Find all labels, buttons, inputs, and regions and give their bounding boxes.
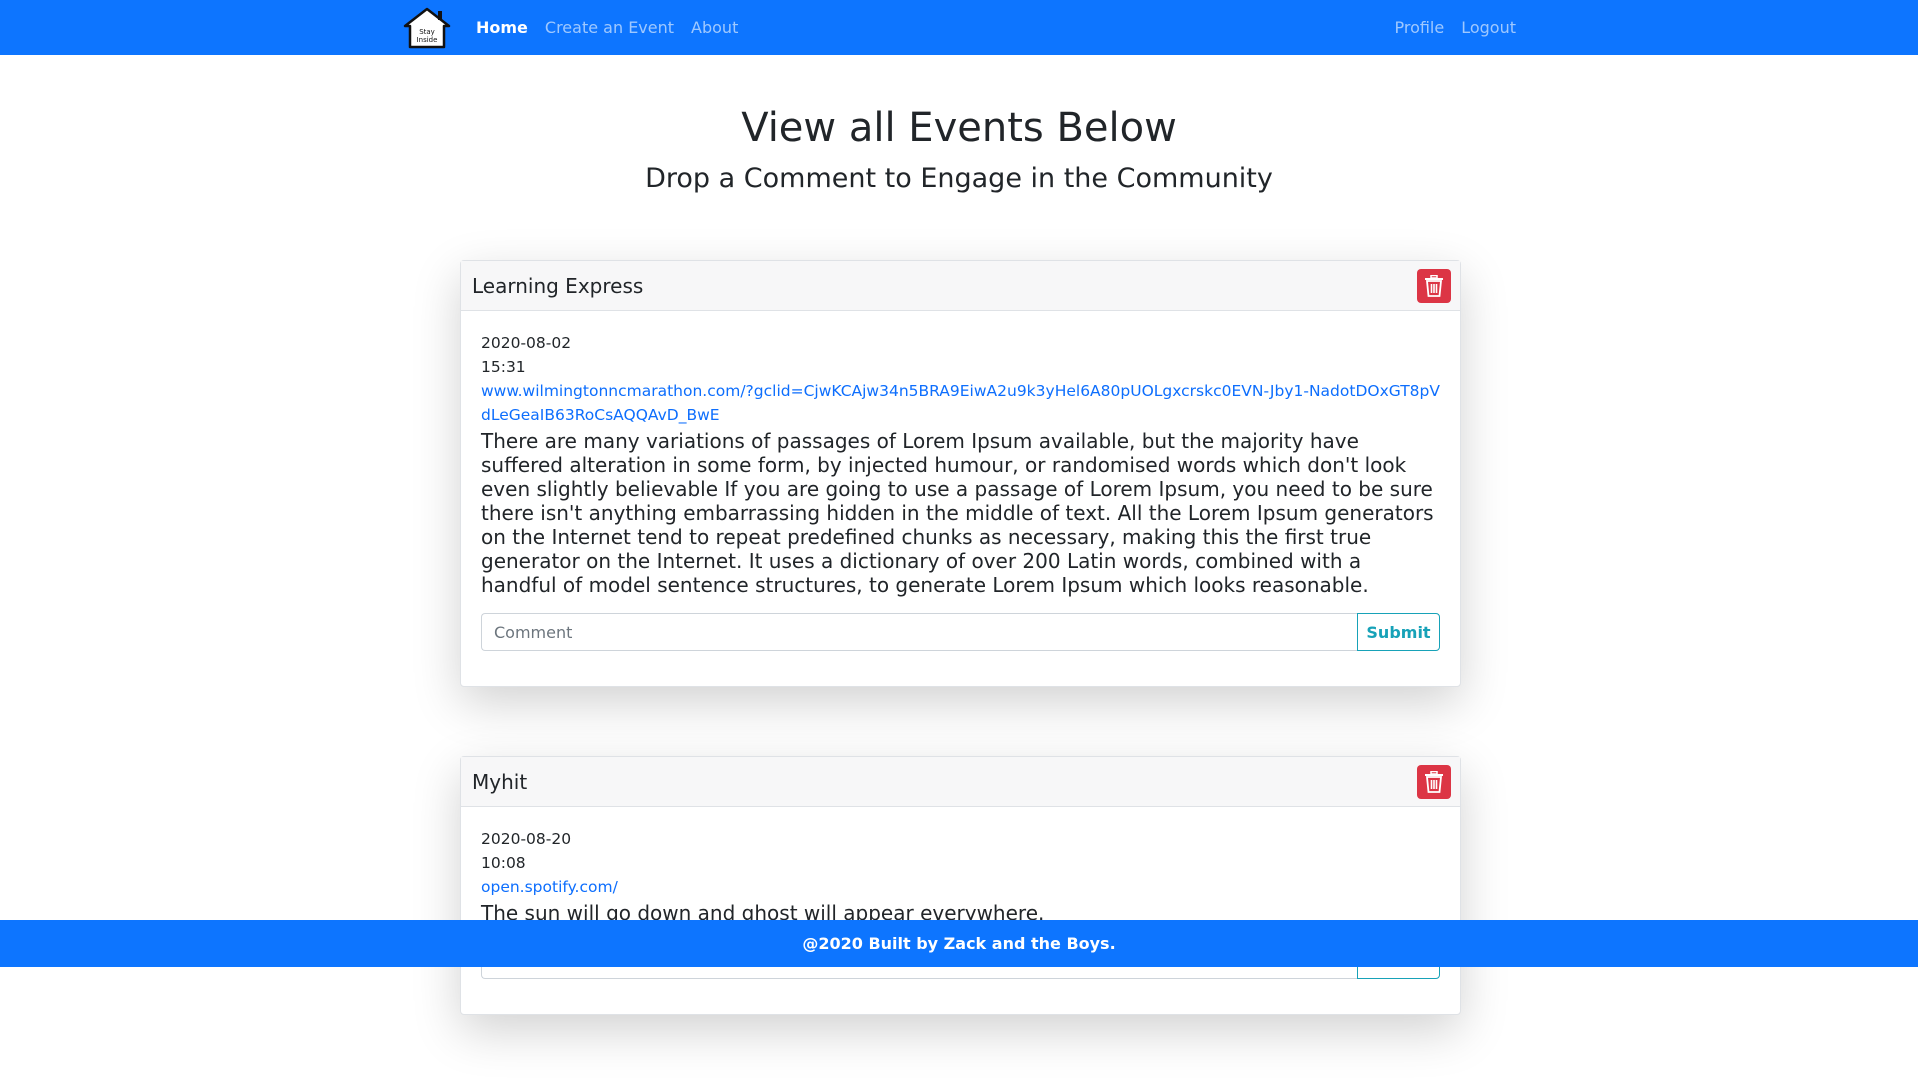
trash-icon — [1425, 770, 1443, 793]
comment-input[interactable] — [481, 613, 1357, 651]
event-time: 10:08 — [481, 854, 526, 872]
delete-event-button[interactable] — [1417, 764, 1451, 799]
footer: @2020 Built by Zack and the Boys. — [0, 920, 1918, 967]
nav-profile-link[interactable]: Profile — [1394, 18, 1444, 37]
page-header: View all Events Below Drop a Comment to … — [0, 100, 1918, 198]
page-subtitle: Drop a Comment to Engage in the Communit… — [645, 163, 1273, 194]
event-card-header: Myhit — [461, 757, 1460, 807]
event-date: 2020-08-02 — [481, 334, 572, 352]
delete-event-button[interactable] — [1417, 268, 1451, 303]
page-title: View all Events Below — [741, 105, 1177, 151]
event-link[interactable]: open.spotify.com/ — [481, 875, 1440, 899]
nav-about-link[interactable]: About — [691, 18, 738, 37]
navbar-inner: Stay Inside Home Create an Event About P… — [402, 6, 1516, 50]
footer-text: @2020 Built by Zack and the Boys. — [802, 934, 1116, 953]
nav-logout-link[interactable]: Logout — [1461, 18, 1516, 37]
event-card-header: Learning Express — [461, 261, 1460, 311]
svg-text:Stay: Stay — [419, 28, 435, 36]
event-card-body: 2020-08-20 10:08 open.spotify.com/ The s… — [461, 807, 1460, 1014]
trash-icon — [1425, 274, 1443, 297]
nav-create-event-link[interactable]: Create an Event — [545, 18, 674, 37]
event-card: Learning Express 2020-08-02 15:31 www.wi… — [460, 260, 1461, 687]
event-time: 15:31 — [481, 358, 526, 376]
submit-comment-button[interactable]: Submit — [1357, 613, 1440, 651]
nav-right: Profile Logout — [1394, 18, 1516, 37]
event-date: 2020-08-20 — [481, 830, 572, 848]
navbar: Stay Inside Home Create an Event About P… — [0, 0, 1918, 55]
nav-home-link[interactable]: Home — [476, 18, 528, 37]
stay-inside-logo-icon[interactable]: Stay Inside — [402, 6, 452, 50]
event-card-body: 2020-08-02 15:31 www.wilmingtonncmaratho… — [461, 311, 1460, 686]
event-link[interactable]: www.wilmingtonncmarathon.com/?gclid=CjwK… — [481, 379, 1440, 427]
comment-form: Submit — [481, 613, 1440, 651]
nav-left: Stay Inside Home Create an Event About — [402, 6, 755, 50]
event-title: Learning Express — [472, 273, 644, 298]
event-title: Myhit — [472, 769, 528, 794]
event-card: Myhit 2020-08-20 10:08 open.spotify.com/… — [460, 756, 1461, 1015]
event-description: There are many variations of passages of… — [481, 429, 1434, 597]
svg-text:Inside: Inside — [417, 36, 438, 44]
